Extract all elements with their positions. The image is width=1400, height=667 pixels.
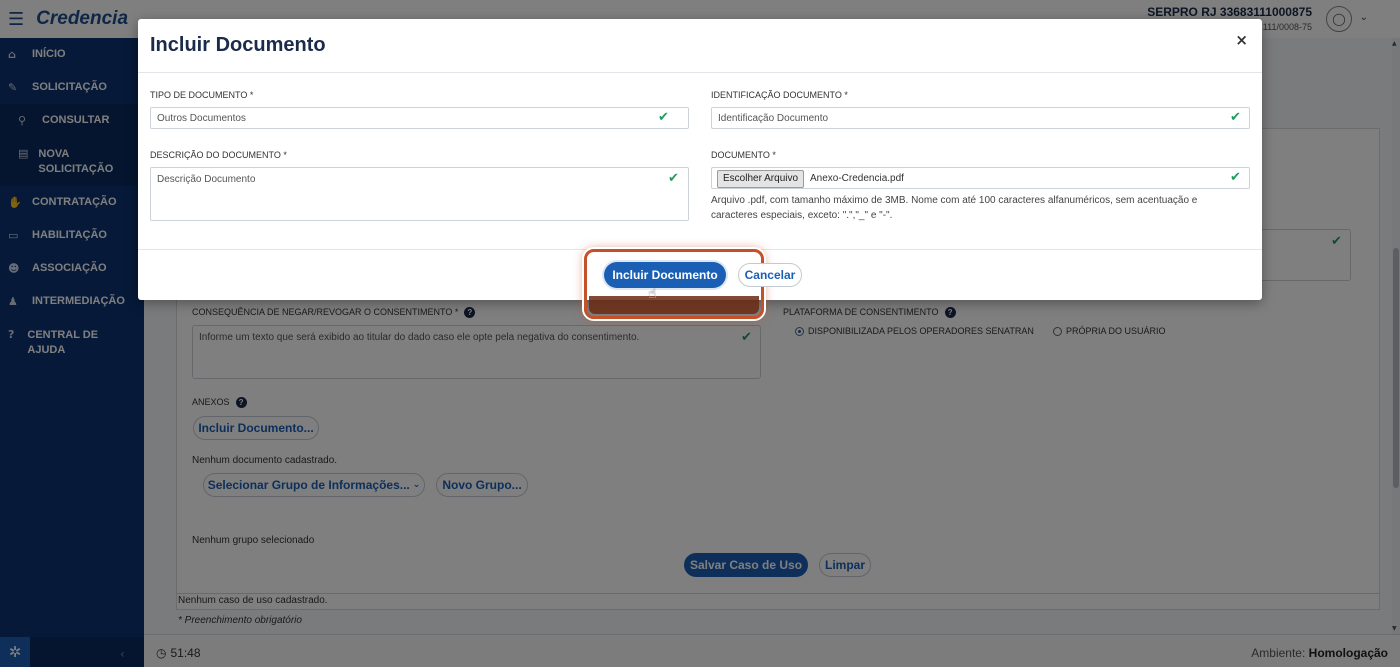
file-name: Anexo-Credencia.pdf <box>810 173 904 184</box>
check-icon: ✔ <box>1230 170 1241 185</box>
choose-file-button[interactable]: Escolher Arquivo <box>717 170 805 188</box>
document-label: DOCUMENTO * <box>711 150 776 160</box>
description-label: DESCRIÇÃO DO DOCUMENTO * <box>150 150 287 160</box>
modal-header: Incluir Documento × <box>138 19 1262 73</box>
file-help-text: Arquivo .pdf, com tamanho máximo de 3MB.… <box>711 195 1198 221</box>
doc-type-input[interactable]: Outros Documentos <box>150 107 689 129</box>
check-icon: ✔ <box>668 171 679 186</box>
document-file-input[interactable]: Escolher Arquivo Anexo-Credencia.pdf <box>711 167 1250 189</box>
close-icon[interactable]: × <box>1235 31 1248 49</box>
doc-id-label: IDENTIFICAÇÃO DOCUMENTO * <box>711 90 848 100</box>
doc-id-input[interactable]: Identificação Documento <box>711 107 1250 129</box>
doc-type-label: TIPO DE DOCUMENTO * <box>150 90 254 100</box>
check-icon: ✔ <box>1230 110 1241 125</box>
doc-id-value: Identificação Documento <box>718 113 829 124</box>
include-document-confirm-button[interactable]: Incluir Documento <box>604 262 726 288</box>
description-textarea[interactable]: Descrição Documento <box>150 167 689 221</box>
hand-cursor-icon: ☝ <box>648 286 657 302</box>
check-icon: ✔ <box>658 110 669 125</box>
doc-type-value: Outros Documentos <box>157 113 246 124</box>
cancel-button[interactable]: Cancelar <box>738 263 802 287</box>
description-value: Descrição Documento <box>157 174 256 185</box>
modal-title: Incluir Documento <box>150 34 326 56</box>
